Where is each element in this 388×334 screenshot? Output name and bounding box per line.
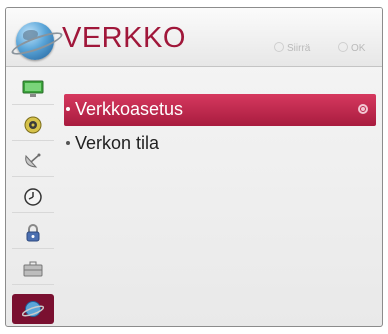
sidebar-item-time[interactable] <box>12 182 54 213</box>
network-globe-icon <box>16 22 54 60</box>
move-hint: Siirrä <box>274 42 310 54</box>
bullet-icon <box>66 141 70 145</box>
menu-item-network-status[interactable]: Verkon tila <box>64 128 376 160</box>
menu-item-label: Verkon tila <box>75 133 160 153</box>
satellite-dish-icon <box>25 153 41 168</box>
ok-hint-label: OK <box>351 43 366 54</box>
sidebar-item-network[interactable] <box>12 294 54 324</box>
sidebar-item-options[interactable] <box>12 254 54 285</box>
category-sidebar <box>12 68 54 326</box>
sidebar-item-channels[interactable] <box>12 146 54 177</box>
clock-icon <box>24 188 42 206</box>
ok-icon <box>338 42 348 52</box>
menu-title: VERKKO <box>62 22 186 54</box>
network-globe-icon <box>22 301 44 317</box>
selection-indicator-icon <box>358 104 368 114</box>
options-briefcase-icon <box>23 261 43 277</box>
network-menu-window: VERKKO Siirrä OK Verkkoasetus Verkon til… <box>5 7 383 327</box>
menu-item-network-setting[interactable]: Verkkoasetus <box>64 94 376 126</box>
move-hint-label: Siirrä <box>287 43 311 54</box>
ok-hint: OK <box>338 42 365 54</box>
picture-monitor-icon <box>22 80 44 97</box>
menu-header: VERKKO Siirrä OK <box>6 8 382 67</box>
bullet-icon <box>66 107 70 111</box>
menu-item-label: Verkkoasetus <box>75 99 184 119</box>
lock-icon <box>26 224 40 242</box>
sidebar-item-audio[interactable] <box>12 110 54 141</box>
sidebar-item-picture[interactable] <box>12 74 54 105</box>
audio-speaker-icon <box>24 116 42 134</box>
move-icon <box>274 42 284 52</box>
sidebar-item-lock[interactable] <box>12 218 54 249</box>
